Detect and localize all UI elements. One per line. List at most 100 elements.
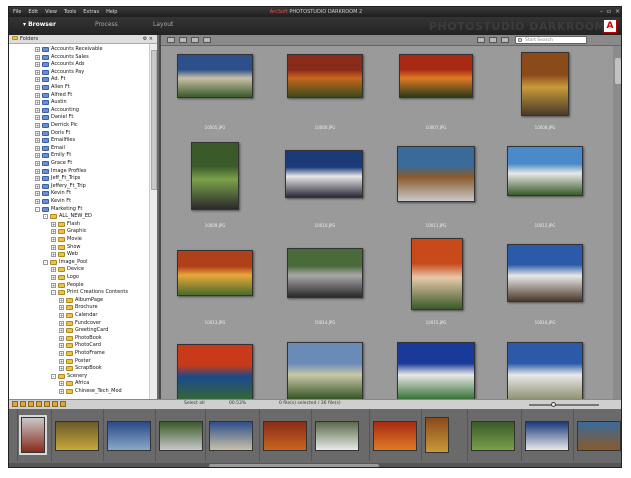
expand-icon[interactable]: +	[59, 343, 64, 349]
forward-icon[interactable]	[179, 37, 187, 43]
expand-icon[interactable]: +	[59, 297, 64, 303]
email-icon[interactable]	[52, 401, 58, 407]
filmstrip-scroll-thumb[interactable]	[209, 464, 379, 467]
expand-icon[interactable]: +	[35, 153, 40, 159]
new-folder-icon[interactable]	[12, 401, 18, 407]
expand-icon[interactable]: +	[35, 100, 40, 106]
expand-icon[interactable]: +	[35, 62, 40, 68]
tree-item[interactable]: + PhotoBook	[59, 335, 102, 342]
photo-thumbnail[interactable]	[285, 150, 363, 198]
photo-thumbnail[interactable]	[177, 344, 253, 401]
tree-item[interactable]: + Grace Ft	[35, 160, 72, 167]
photo-thumbnail[interactable]	[507, 342, 583, 401]
expand-icon[interactable]: +	[35, 47, 40, 52]
expand-icon[interactable]: +	[35, 130, 40, 136]
tree-item[interactable]: + Daniel Ft	[35, 114, 73, 121]
collapse-icon[interactable]: -	[43, 214, 48, 220]
filmstrip-thumbnail[interactable]	[159, 421, 203, 451]
filmstrip-thumbnail[interactable]	[209, 421, 253, 451]
open-folder-icon[interactable]	[20, 401, 26, 407]
filmstrip-thumbnail[interactable]	[525, 421, 569, 451]
tree-item[interactable]: - Print Creations Contents	[51, 289, 128, 296]
tree-item[interactable]: - ALL_NEW_ED	[43, 213, 92, 220]
tree-scrollbar[interactable]	[149, 44, 157, 399]
mode-layout-tab[interactable]: Layout	[153, 21, 173, 28]
photo-thumbnail[interactable]	[411, 238, 463, 310]
tree-item[interactable]: + Email	[35, 145, 65, 152]
select-all-button[interactable]: Select all	[184, 401, 205, 406]
view-grid-icon[interactable]	[477, 37, 485, 43]
tree-item[interactable]: + People	[51, 282, 84, 289]
filmstrip-thumbnail[interactable]	[577, 421, 621, 451]
expand-icon[interactable]: +	[35, 115, 40, 121]
star-icon[interactable]	[28, 401, 34, 407]
expand-icon[interactable]: +	[35, 54, 40, 60]
filmstrip-thumbnail[interactable]	[107, 421, 151, 451]
photo-thumbnail[interactable]	[521, 52, 569, 116]
tree-item[interactable]: + Image Profiles	[35, 168, 86, 175]
tree-item[interactable]: - Image_Pool	[43, 259, 88, 266]
tree-item[interactable]: + Brochure	[59, 304, 98, 311]
tree-item[interactable]: + Show	[51, 244, 81, 251]
expand-icon[interactable]: +	[51, 267, 56, 273]
tree-item[interactable]: + Alfred Ft	[35, 92, 72, 99]
tree-scroll-thumb[interactable]	[151, 50, 157, 190]
expand-icon[interactable]: +	[51, 244, 56, 250]
close-icon[interactable]: ×	[615, 7, 620, 17]
photo-thumbnail[interactable]	[287, 342, 363, 401]
collapse-icon[interactable]: -	[35, 206, 40, 212]
photo-thumbnail[interactable]	[177, 54, 253, 98]
rotate-icon[interactable]	[191, 37, 199, 43]
photo-thumbnail[interactable]	[397, 342, 475, 401]
mode-browser-tab[interactable]: ▾ Browser	[23, 21, 56, 28]
tree-item[interactable]: + Accounts Pay	[35, 69, 84, 76]
expand-icon[interactable]: +	[35, 138, 40, 144]
expand-icon[interactable]: +	[51, 275, 56, 280]
expand-icon[interactable]: +	[35, 77, 40, 83]
collapse-icon[interactable]: -	[51, 290, 56, 296]
expand-icon[interactable]: +	[51, 237, 56, 242]
tree-item[interactable]: + Ad. Ft	[35, 76, 66, 83]
expand-icon[interactable]: +	[35, 92, 40, 98]
restore-icon[interactable]: ▫	[607, 7, 611, 17]
tree-item[interactable]: + Accounts Sales	[35, 54, 89, 61]
tree-item[interactable]: + Kevin Ft	[35, 198, 71, 205]
expand-icon[interactable]: +	[59, 305, 64, 311]
expand-icon[interactable]: +	[51, 252, 56, 258]
tree-item[interactable]: + Accounts Receivable	[35, 46, 103, 53]
expand-icon[interactable]: +	[59, 328, 64, 334]
slider-knob[interactable]	[551, 402, 556, 407]
gear-icon[interactable]: ⚙	[143, 36, 147, 42]
expand-icon[interactable]: +	[59, 381, 64, 387]
tree-item[interactable]: - Scenery	[51, 373, 87, 380]
photo-thumbnail[interactable]	[287, 248, 363, 298]
filmstrip-scrollbar[interactable]	[9, 463, 621, 467]
tree-item[interactable]: + Device	[51, 266, 84, 273]
tree-item[interactable]: + Jeff_Ft_Trips	[35, 175, 80, 182]
tree-item[interactable]: + Graphic	[51, 228, 86, 235]
refresh-icon[interactable]	[60, 401, 66, 407]
tree-item[interactable]: + PhotoFrame	[59, 350, 105, 357]
expand-icon[interactable]: +	[59, 389, 64, 394]
expand-icon[interactable]: +	[59, 366, 64, 372]
tree-item[interactable]: + Allen Ft	[35, 84, 70, 91]
expand-icon[interactable]: +	[35, 107, 40, 113]
grid-scrollbar[interactable]	[613, 46, 621, 401]
tree-item[interactable]: + Logo	[51, 274, 79, 281]
expand-icon[interactable]: +	[35, 69, 40, 75]
expand-icon[interactable]: +	[59, 358, 64, 364]
photo-thumbnail[interactable]	[177, 250, 253, 296]
search-input[interactable]: Start Search	[515, 36, 587, 44]
filmstrip-thumbnail[interactable]	[315, 421, 359, 451]
tree-item[interactable]: + Web	[51, 251, 78, 258]
tree-item[interactable]: + Derrick Pic	[35, 122, 78, 129]
expand-icon[interactable]: +	[35, 183, 40, 189]
photo-thumbnail[interactable]	[397, 146, 475, 202]
minimize-icon[interactable]: –	[600, 7, 603, 17]
view-list-icon[interactable]	[489, 37, 497, 43]
collapse-icon[interactable]: -	[43, 259, 48, 265]
print-icon[interactable]	[44, 401, 50, 407]
expand-icon[interactable]: +	[59, 335, 64, 341]
expand-icon[interactable]: +	[51, 282, 56, 288]
expand-icon[interactable]: +	[35, 168, 40, 174]
